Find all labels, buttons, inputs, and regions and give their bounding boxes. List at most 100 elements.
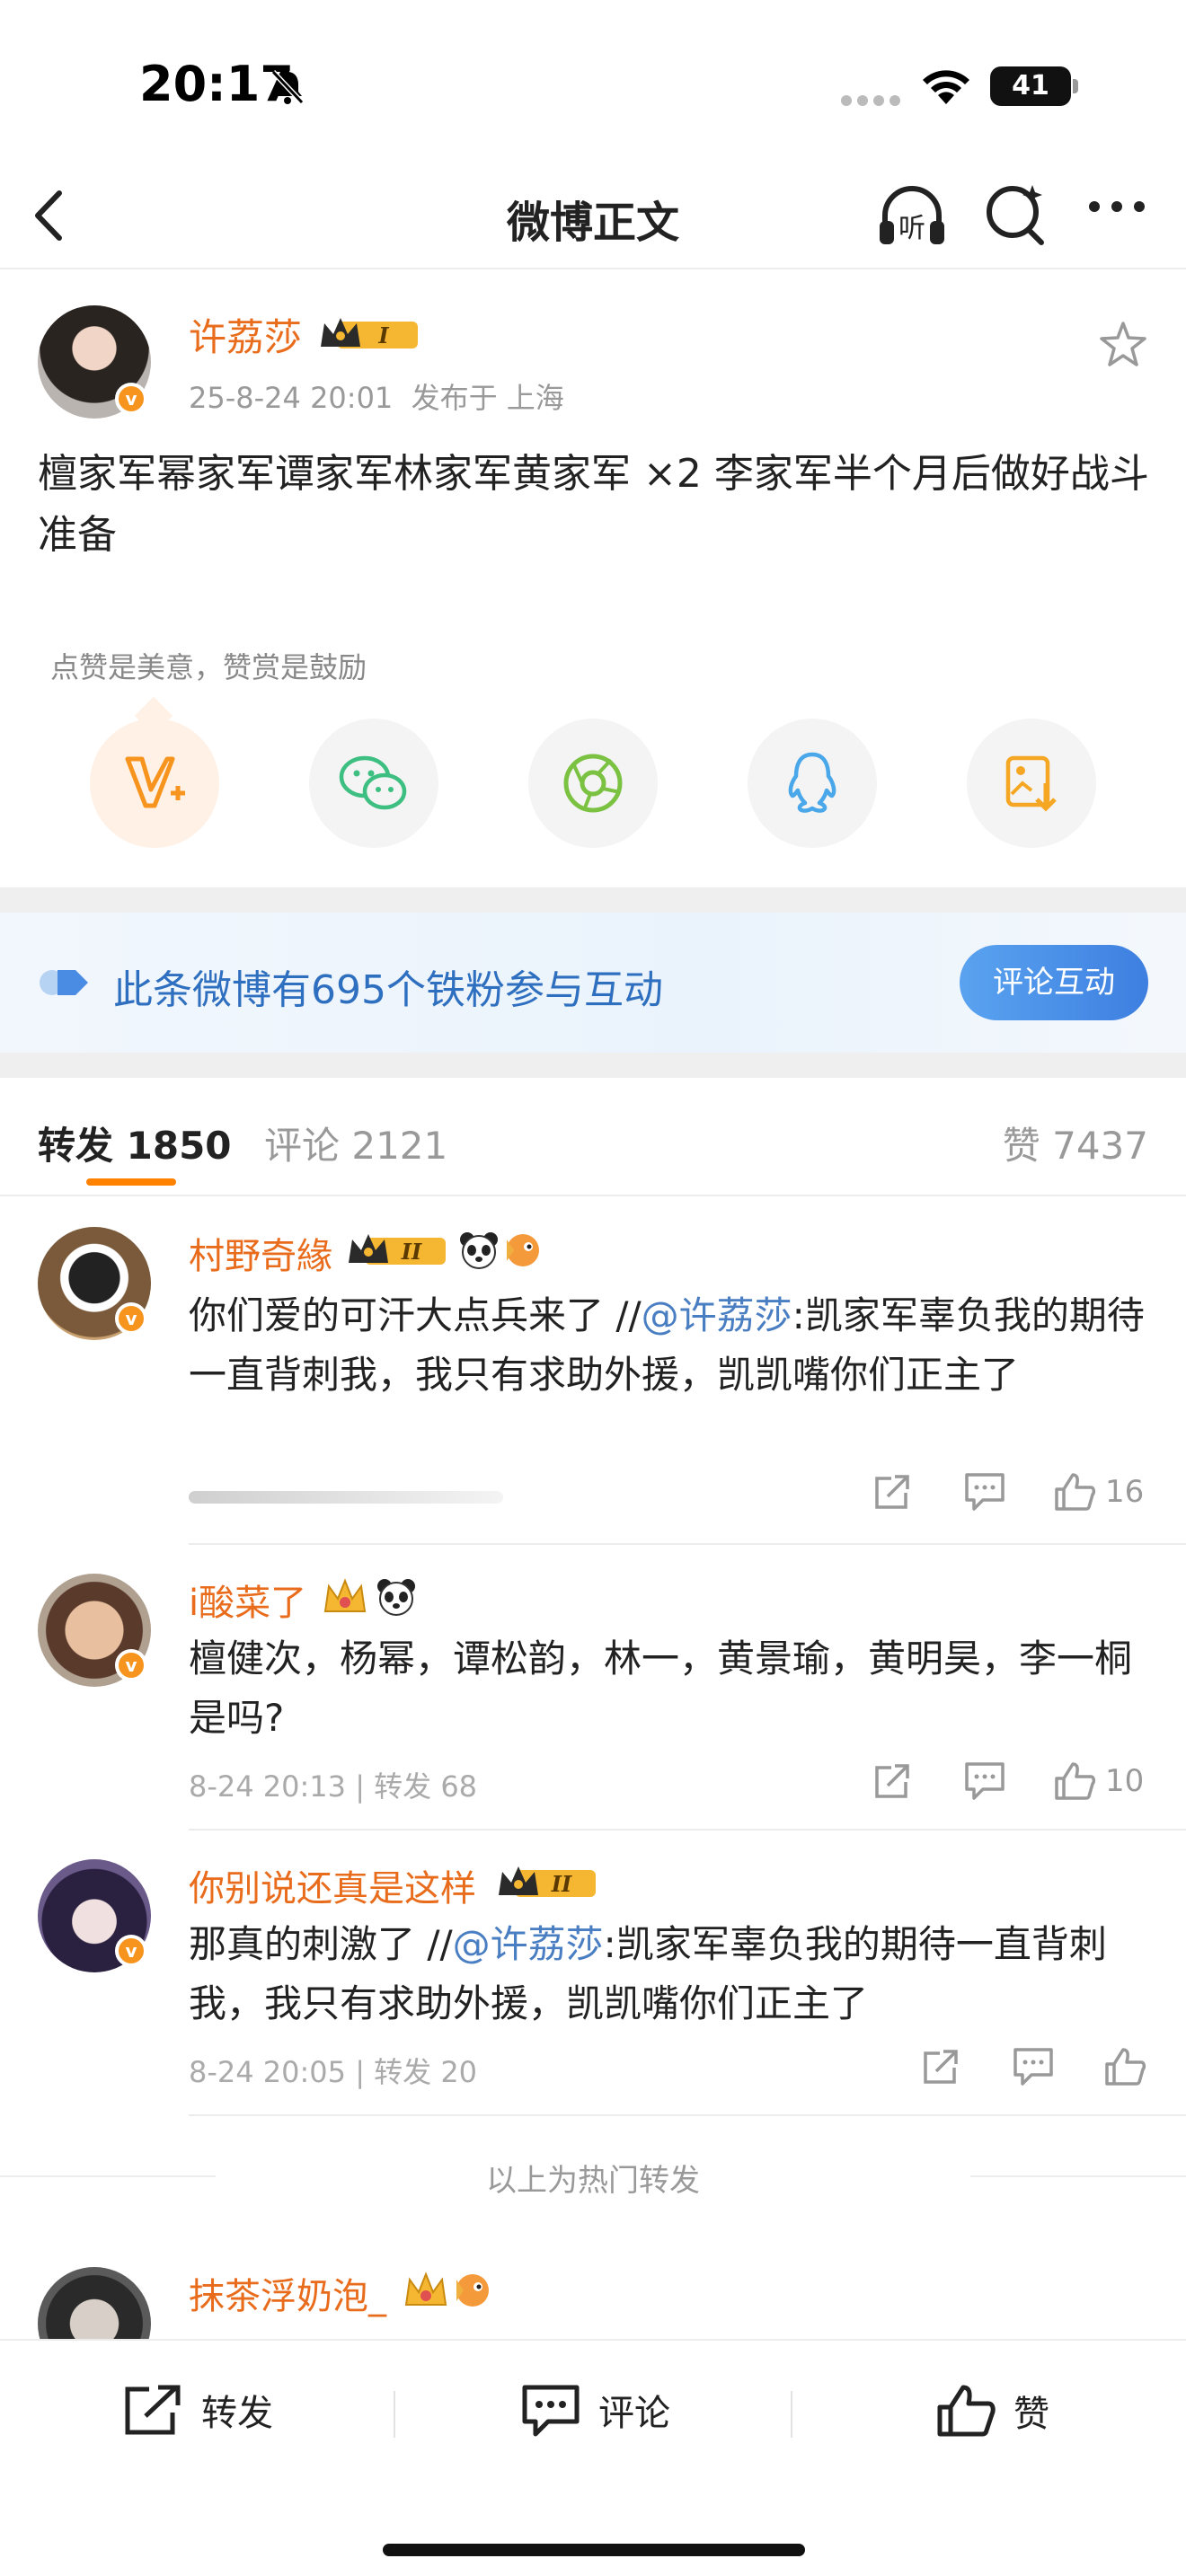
commenter-name[interactable]: i酸菜了 — [189, 1574, 306, 1626]
fans-arrow-icon — [40, 970, 88, 995]
fish-icon — [456, 2274, 489, 2307]
verified-badge: v — [115, 1935, 147, 1967]
like-action[interactable]: 16 — [1053, 1471, 1144, 1513]
fish-icon — [507, 1234, 539, 1266]
repost-text-pre: 你们爱的可汗大点兵来了 // — [189, 1293, 642, 1337]
tab-comment[interactable]: 评论 2121 — [264, 1116, 447, 1170]
panda-icon — [377, 1579, 415, 1616]
post-text: 檀家军幂家军谭家军林家军黄家军 ×2 李家军半个月后做好战斗准备 — [38, 451, 1149, 558]
commenter-name[interactable]: 抹茶浮奶泡_ — [189, 2267, 386, 2319]
search-icon[interactable] — [984, 180, 1049, 248]
repost-actions — [0, 2046, 1186, 2096]
section-gap — [0, 887, 1186, 913]
wifi-icon — [923, 70, 969, 104]
comment-action[interactable] — [963, 1760, 1006, 1802]
listen-label: 听 — [898, 213, 925, 244]
commenter-name[interactable]: 你别说还真是这样 — [189, 1859, 476, 1911]
repost-text: 你们爱的可汗大点兵来了 //@许荔莎:凯家军辜负我的期待一直背刺我，我只有求助外… — [189, 1286, 1150, 1405]
like-action[interactable] — [1103, 2046, 1146, 2087]
battery-tip — [1073, 79, 1078, 93]
hot-repost-end-label: 以上为热门转发 — [486, 2163, 700, 2199]
share-wechat-button[interactable] — [309, 719, 438, 848]
verified-badge: v — [115, 383, 147, 415]
thumbs-up-icon — [1055, 1762, 1096, 1800]
divider — [189, 2114, 1186, 2116]
repost-action[interactable] — [872, 1760, 913, 1802]
share-icon — [125, 2385, 181, 2435]
mention-link[interactable]: @许荔莎 — [642, 1293, 792, 1337]
comment-action[interactable] — [963, 1471, 1006, 1513]
repost-text-pre: 那真的刺激了 // — [189, 1922, 453, 1966]
mute-bell-icon — [270, 69, 305, 105]
bottom-like-label: 赞 — [1013, 2394, 1049, 2435]
reward-button[interactable] — [90, 719, 219, 848]
battery-indicator: 41 — [990, 66, 1071, 106]
member-level-badge: II — [349, 1234, 446, 1265]
comment-icon — [1013, 2048, 1053, 2086]
tab-like[interactable]: 赞 7437 — [1003, 1116, 1148, 1170]
separator — [394, 2391, 395, 2438]
comment-icon — [965, 1762, 1005, 1800]
bottom-repost-button[interactable]: 转发 — [122, 2382, 273, 2438]
thumbs-up-icon — [937, 2385, 996, 2437]
moments-icon — [563, 754, 623, 813]
repost-actions: 10 — [0, 1760, 1186, 1811]
tab-repost[interactable]: 转发 1850 — [38, 1116, 232, 1170]
share-qq-button[interactable] — [748, 719, 877, 848]
repost-text: 檀健次，杨幂，谭松韵，林一，黄景瑜，黄明昊，李一桐是吗? — [189, 1636, 1133, 1740]
thumbs-up-icon — [1105, 2048, 1146, 2086]
save-image-button[interactable] — [967, 719, 1096, 848]
comment-interact-button[interactable]: 评论互动 — [960, 945, 1148, 1020]
verified-badge: v — [115, 1649, 147, 1681]
status-bar: 20:17 41 — [0, 0, 1186, 162]
repost-item[interactable]: v i酸菜了 檀健次，杨幂，谭松韵，林一，黄景瑜，黄明昊，李一桐是吗? 8-24… — [0, 1545, 1186, 1831]
more-icon[interactable] — [1085, 198, 1148, 216]
comment-icon — [522, 2385, 580, 2437]
bottom-comment-button[interactable]: 评论 — [519, 2382, 670, 2438]
fans-banner: 此条微博有695个铁粉参与互动 评论互动 — [0, 913, 1186, 1053]
reward-tip: 点赞是美意，赞赏是鼓励 — [50, 650, 367, 684]
share-row — [0, 719, 1186, 853]
bottom-like-button[interactable]: 赞 — [934, 2382, 1049, 2439]
like-count: 16 — [1105, 1474, 1145, 1510]
member-level-badge: I — [321, 318, 418, 348]
bottom-repost-label: 转发 — [201, 2393, 273, 2434]
like-count: 10 — [1105, 1763, 1145, 1799]
commenter-avatar[interactable] — [38, 2267, 151, 2339]
qq-icon — [788, 752, 836, 813]
wechat-icon — [339, 755, 407, 810]
headphones-listen-icon[interactable]: 听 — [876, 181, 948, 250]
repost-item[interactable]: v 村野奇緣 II 你们爱的可汗大点兵来了 //@许荔莎:凯家军辜负我的期待一直… — [0, 1196, 1186, 1545]
favorite-star-icon[interactable] — [1098, 320, 1148, 368]
repost-item[interactable]: 抹茶浮奶泡_ — [0, 2236, 1186, 2339]
repost-action[interactable] — [920, 2046, 961, 2087]
share-icon — [875, 1764, 909, 1798]
home-indicator — [383, 2544, 805, 2556]
share-moments-button[interactable] — [528, 719, 658, 848]
tab-underline — [86, 1178, 176, 1186]
like-action[interactable]: 10 — [1053, 1760, 1144, 1802]
tab-bar: 转发 1850 评论 2121 赞 7437 — [0, 1078, 1186, 1196]
comment-icon — [965, 1473, 1005, 1511]
verified-badge: v — [115, 1302, 147, 1335]
nav-bar: 微博正文 听 — [0, 162, 1186, 269]
post-location: 发布于 上海 — [411, 381, 564, 415]
post-meta: 25-8-24 20:01 发布于 上海 — [189, 375, 564, 417]
repost-action[interactable] — [872, 1471, 913, 1513]
mention-link[interactable]: @许荔莎 — [453, 1922, 604, 1966]
signal-dots-icon — [841, 95, 900, 106]
crown-badge-icon — [323, 1578, 367, 1612]
repost-text: 那真的刺激了 //@许荔莎:凯家军辜负我的期待一直背刺我，我只有求助外援，凯凯嘴… — [189, 1915, 1150, 2033]
member-level-badge: II — [499, 1866, 596, 1897]
bottom-comment-label: 评论 — [598, 2393, 670, 2434]
bottom-action-bar: 转发 评论 赞 — [0, 2339, 1186, 2576]
thumbs-up-icon — [1055, 1473, 1096, 1511]
post-date: 25-8-24 20:01 — [189, 381, 394, 415]
divider-right — [970, 2175, 1186, 2177]
repost-item[interactable]: v 你别说还真是这样 II 那真的刺激了 //@许荔莎:凯家军辜负我的期待一直背… — [0, 1831, 1186, 2116]
author-name[interactable]: 许荔莎 — [189, 307, 302, 362]
share-icon — [875, 1475, 909, 1509]
comment-action[interactable] — [1012, 2046, 1055, 2087]
commenter-name[interactable]: 村野奇緣 — [189, 1227, 332, 1279]
post-card: v 许荔莎 I 25-8-24 20:01 发布于 上海 檀家军幂家军谭家军林家… — [0, 269, 1186, 887]
